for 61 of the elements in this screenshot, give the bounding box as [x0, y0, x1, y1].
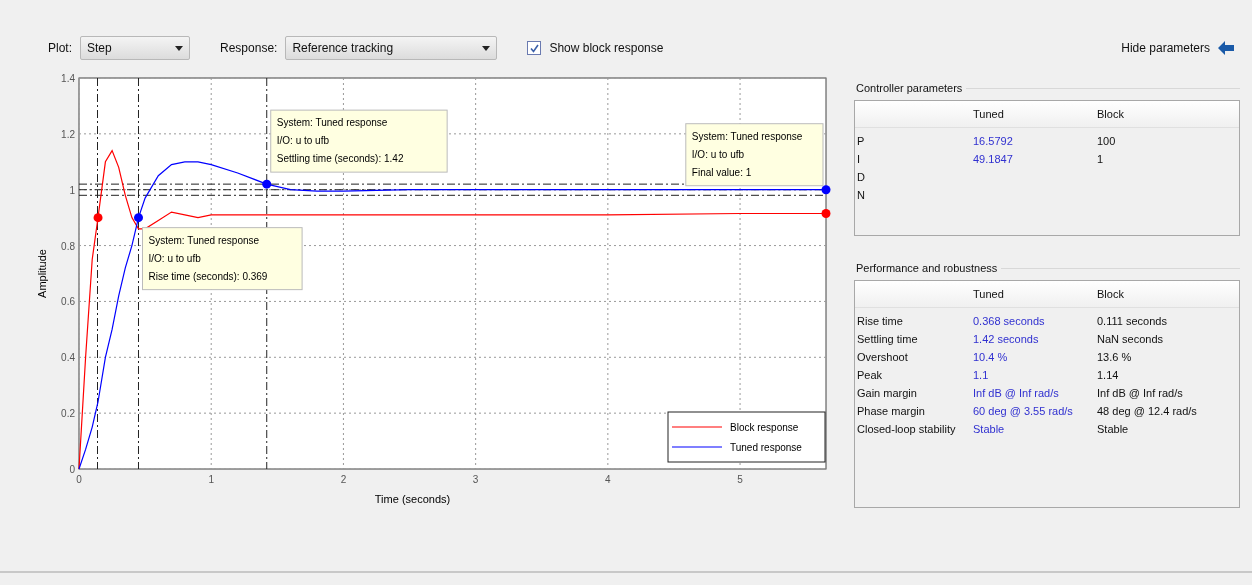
x-tick-label: 3 — [472, 474, 479, 485]
datatip-text: Rise time (seconds): 0.369 — [148, 270, 268, 282]
table-cell-text: 1.42 seconds — [972, 333, 1039, 345]
section-title: Performance and robustness — [855, 262, 998, 274]
row-label: Phase margin — [856, 405, 925, 417]
table-cell-text: 49.1847 — [972, 153, 1013, 165]
table-cell-text: 1.1 — [972, 369, 989, 381]
y-tick-label: 0.6 — [61, 296, 75, 308]
datatip-text: System: Tuned response — [276, 117, 388, 129]
response-label: Response: — [220, 41, 278, 55]
checkbox-label: Show block response — [549, 41, 664, 55]
x-tick-label: 4 — [605, 474, 611, 485]
x-tick-label: 5 — [737, 474, 743, 485]
x-tick-label: 0 — [76, 474, 82, 485]
datatip-text: System: Tuned response — [691, 130, 803, 142]
datatip-text: Settling time (seconds): 1.42 — [276, 153, 404, 165]
table-cell-text: 1.14 — [1096, 369, 1119, 381]
x-tick-label: 1 — [208, 474, 214, 485]
row-label: Closed-loop stability — [856, 423, 956, 435]
y-tick-label: 0.8 — [61, 240, 75, 252]
table-cell-text: 13.6 % — [1096, 351, 1132, 363]
table-cell-text: Inf dB @ Inf rad/s — [972, 387, 1059, 399]
row-label: P — [856, 135, 865, 147]
table-cell-text: 16.5792 — [972, 135, 1013, 147]
y-tick-label: 0.4 — [61, 352, 75, 364]
table-cell-text: 0.111 seconds — [1096, 315, 1167, 327]
legend-label: Block response — [730, 422, 799, 433]
table-cell-text: Stable — [972, 423, 1005, 435]
datatip-text: Final value: 1 — [691, 166, 752, 178]
legend-label: Tuned response — [730, 442, 802, 453]
y-tick-label: 1 — [69, 184, 75, 196]
row-label: D — [856, 171, 865, 183]
y-tick-label: 1.4 — [61, 73, 75, 84]
datatip-text: I/O: u to ufb — [691, 148, 745, 160]
datatip-text: I/O: u to ufb — [276, 135, 329, 147]
table-cell-text: NaN seconds — [1096, 333, 1164, 345]
y-tick-label: 1.2 — [61, 128, 75, 140]
x-axis-label: Time (seconds) — [374, 493, 451, 505]
table-cell-text: 60 deg @ 3.55 rad/s — [972, 405, 1073, 417]
x-tick-label: 2 — [340, 474, 347, 485]
row-label: Rise time — [856, 315, 903, 327]
y-tick-label: 0.2 — [61, 408, 75, 420]
datatip-text: System: Tuned response — [148, 234, 260, 246]
row-label: Gain margin — [856, 387, 917, 399]
row-label: I — [856, 153, 861, 165]
row-label: Overshoot — [856, 351, 908, 363]
table-cell-text: 0.368 seconds — [972, 315, 1045, 327]
row-label: N — [856, 189, 865, 201]
table-cell-text: 100 — [1096, 135, 1116, 147]
table-cell-text: 10.4 % — [972, 351, 1008, 363]
table-cell-text: 1 — [1096, 153, 1104, 165]
table-cell-text: Stable — [1096, 423, 1129, 435]
row-label: Settling time — [856, 333, 918, 345]
table-cell-text: 48 deg @ 12.4 rad/s — [1096, 405, 1197, 417]
plot-label: Plot: — [48, 41, 72, 55]
section-title: Controller parameters — [855, 82, 963, 94]
datatip-text: I/O: u to ufb — [148, 252, 201, 264]
y-tick-label: 0 — [69, 464, 75, 475]
y-axis-label: Amplitude — [36, 249, 48, 298]
row-label: Peak — [856, 369, 883, 381]
table-cell-text: Inf dB @ Inf rad/s — [1096, 387, 1183, 399]
